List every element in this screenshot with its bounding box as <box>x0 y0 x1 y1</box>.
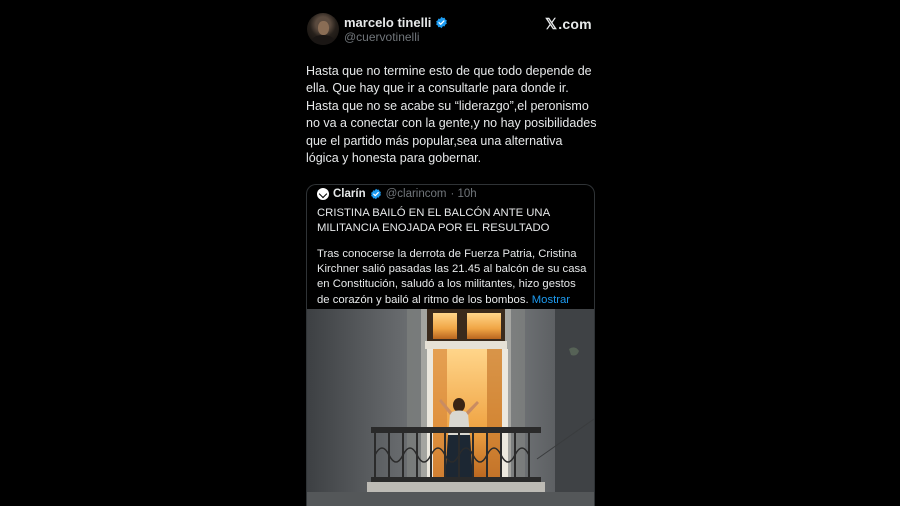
quoted-verified-badge-icon <box>370 188 381 200</box>
avatar[interactable] <box>307 13 339 45</box>
quoted-author-name[interactable]: Clarín <box>333 188 366 200</box>
balcony-photo[interactable] <box>307 309 594 506</box>
verified-badge-icon <box>436 16 448 29</box>
quoted-title: CRISTINA BAILÓ EN EL BALCÓN ANTE UNA MIL… <box>317 207 551 235</box>
quoted-author-handle[interactable]: @clarincom <box>386 188 447 200</box>
quoted-tweet[interactable]: Clarín @clarincom · 10h CRISTINA BAILÓ E… <box>306 184 595 506</box>
author-name[interactable]: marcelo tinelli <box>344 15 431 30</box>
author-handle[interactable]: @cuervotinelli <box>344 30 420 44</box>
tweet-text: Hasta que no termine esto de que todo de… <box>306 64 597 166</box>
avatar-face <box>318 21 329 35</box>
clarin-logo-icon <box>317 188 329 200</box>
quoted-timestamp[interactable]: · 10h <box>450 188 476 200</box>
balcony-photo-image <box>307 309 594 506</box>
xcom-domain-label: .com <box>558 16 592 32</box>
author-row: marcelo tinelli <box>344 15 448 30</box>
quoted-tweet-header: Clarín @clarincom · 10h <box>317 188 477 200</box>
xcom-logo: 𝕏.com <box>545 15 592 33</box>
avatar-shoulders <box>311 35 335 45</box>
x-logo-icon: 𝕏 <box>545 16 558 33</box>
